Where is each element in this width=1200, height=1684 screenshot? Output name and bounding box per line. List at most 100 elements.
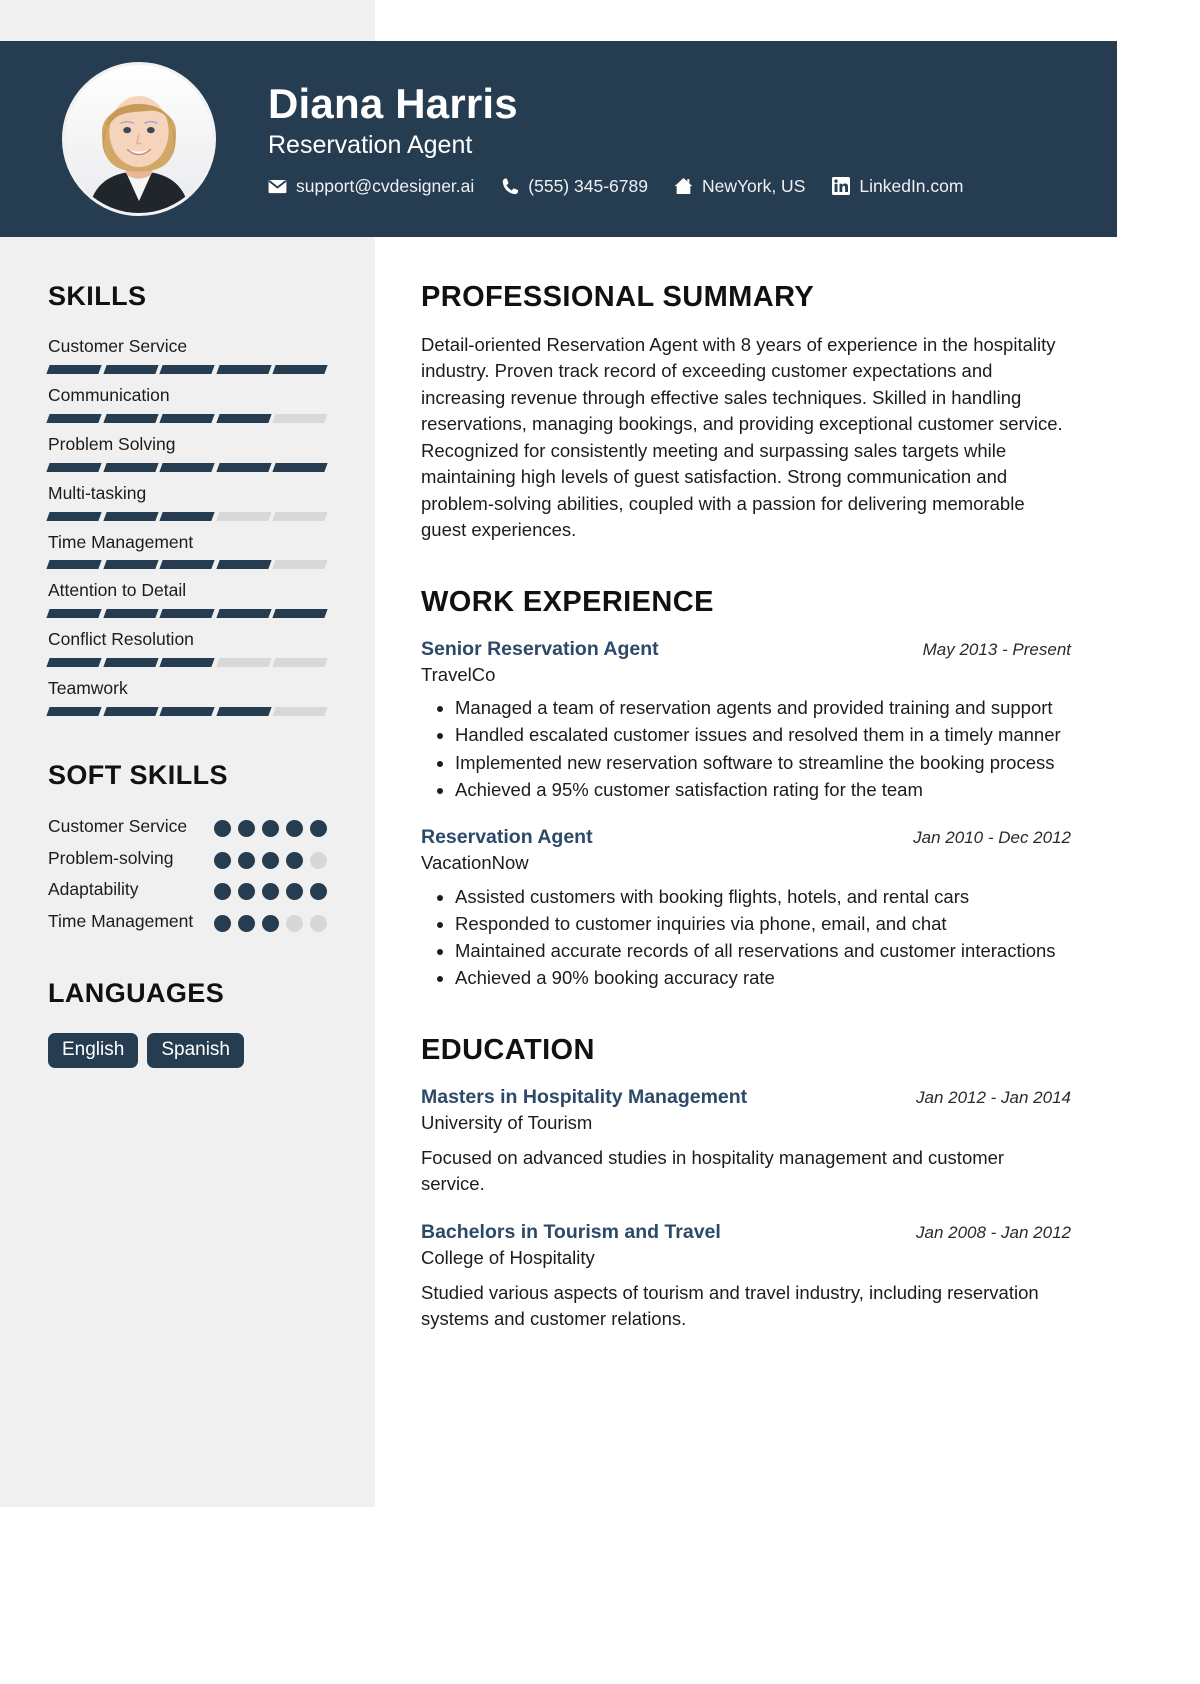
page-footer-space bbox=[0, 1507, 1117, 1684]
skill-level-bar bbox=[46, 462, 328, 472]
soft-skills-heading: SOFT SKILLS bbox=[48, 760, 228, 790]
education-entry-header: Masters in Hospitality Management Jan 201… bbox=[421, 1085, 1071, 1109]
contact-linkedin[interactable]: LinkedIn.com bbox=[831, 176, 963, 197]
skills-heading: SKILLS bbox=[48, 281, 147, 311]
skill-bar-segment bbox=[272, 560, 328, 570]
skill-bar-segment bbox=[46, 560, 102, 570]
language-chip: Spanish bbox=[147, 1032, 244, 1068]
rating-dot bbox=[214, 883, 231, 901]
experience-list: Senior Reservation Agent May 2013 - Prese… bbox=[421, 637, 1071, 992]
soft-skill-label: Problem-solving bbox=[48, 847, 174, 868]
skill-bar-segment bbox=[46, 364, 102, 374]
job-date-range: May 2013 - Present bbox=[922, 639, 1071, 659]
rating-dot bbox=[238, 914, 255, 932]
language-chip: English bbox=[48, 1032, 139, 1068]
rating-dot bbox=[262, 820, 279, 837]
rating-dot bbox=[238, 820, 255, 837]
skill-item: Conflict Resolution bbox=[46, 629, 328, 668]
rating-dot bbox=[286, 820, 303, 837]
job-bullet-list: Assisted customers with booking flights,… bbox=[421, 884, 1071, 992]
soft-skill-label: Adaptability bbox=[48, 879, 139, 900]
resume-body: SKILLS Customer Service Communication Prob… bbox=[0, 237, 1117, 1507]
skill-level-bar bbox=[46, 364, 328, 374]
resume-page: Diana Harris Reservation Agent support@c… bbox=[0, 0, 1117, 1684]
rating-dot bbox=[238, 851, 255, 869]
skill-level-bar bbox=[46, 413, 328, 423]
skill-bar-segment bbox=[159, 511, 215, 521]
skill-bar-segment bbox=[102, 511, 158, 521]
phone-icon bbox=[500, 177, 519, 196]
school-name: College of Hospitality bbox=[421, 1246, 595, 1268]
skill-level-bar bbox=[46, 560, 328, 570]
contact-email[interactable]: support@cvdesigner.ai bbox=[268, 176, 474, 197]
school-name: University of Tourism bbox=[421, 1111, 593, 1133]
skill-bar-segment bbox=[159, 707, 215, 716]
education-date-range: Jan 2008 - Jan 2012 bbox=[915, 1222, 1071, 1242]
job-bullet: Achieved a 90% booking accuracy rate bbox=[455, 965, 1071, 991]
skill-bar-segment bbox=[272, 658, 328, 668]
skill-bar-segment bbox=[216, 609, 272, 619]
job-date-range: Jan 2010 - Dec 2012 bbox=[913, 828, 1071, 848]
skill-level-bar bbox=[46, 658, 328, 668]
skill-label: Customer Service bbox=[48, 336, 188, 356]
skill-bar-segment bbox=[272, 462, 328, 472]
skill-bar-segment bbox=[46, 511, 102, 521]
skill-bar-segment bbox=[159, 364, 215, 374]
education-entry: Masters in Hospitality Management Jan 201… bbox=[421, 1085, 1071, 1198]
skill-bar-segment bbox=[159, 560, 215, 570]
envelope-icon bbox=[268, 177, 287, 196]
soft-skill-label: Customer Service bbox=[48, 816, 188, 836]
skill-item: Multi-tasking bbox=[46, 483, 328, 521]
home-icon bbox=[674, 177, 693, 196]
soft-skill-label: Time Management bbox=[48, 910, 194, 931]
skill-level-bar bbox=[46, 609, 328, 619]
skill-item: Time Management bbox=[46, 532, 328, 570]
contact-list: support@cvdesigner.ai (555) 345-6789 New… bbox=[268, 176, 963, 197]
rating-dot bbox=[214, 914, 231, 932]
skill-bar-segment bbox=[102, 364, 158, 374]
skill-item: Attention to Detail bbox=[46, 580, 328, 619]
skill-bar-segment bbox=[159, 462, 215, 472]
skill-level-bar bbox=[46, 707, 328, 716]
summary-heading: PROFESSIONAL SUMMARY bbox=[421, 281, 815, 313]
soft-skill-item: Time Management bbox=[48, 910, 327, 934]
skill-label: Conflict Resolution bbox=[48, 629, 194, 650]
skill-label: Problem Solving bbox=[48, 433, 176, 454]
avatar bbox=[62, 62, 216, 216]
job-bullet: Responded to customer inquiries via phon… bbox=[455, 911, 1071, 937]
languages-heading: LANGUAGES bbox=[48, 977, 225, 1008]
skills-list: Customer Service Communication Problem Sol… bbox=[46, 336, 328, 716]
degree-title: Masters in Hospitality Management bbox=[421, 1085, 748, 1108]
skill-bar-segment bbox=[46, 462, 102, 472]
soft-skill-item: Problem-solving bbox=[48, 847, 327, 871]
contact-phone[interactable]: (555) 345-6789 bbox=[500, 176, 648, 197]
skill-bar-segment bbox=[216, 658, 272, 668]
contact-linkedin-text: LinkedIn.com bbox=[859, 175, 964, 196]
skill-item: Problem Solving bbox=[46, 433, 328, 472]
skill-bar-segment bbox=[272, 364, 328, 374]
skill-bar-segment bbox=[102, 658, 158, 668]
candidate-role: Reservation Agent bbox=[268, 131, 473, 160]
experience-entry-header: Senior Reservation Agent May 2013 - Prese… bbox=[421, 637, 1071, 661]
skill-item: Customer Service bbox=[46, 336, 328, 374]
skill-bar-segment bbox=[216, 560, 272, 570]
skill-label: Communication bbox=[48, 384, 170, 405]
skill-bar-segment bbox=[159, 413, 215, 423]
job-bullet: Assisted customers with booking flights,… bbox=[455, 884, 1071, 910]
skill-label: Attention to Detail bbox=[48, 580, 187, 601]
header-text-block: Diana Harris Reservation Agent support@c… bbox=[268, 81, 963, 197]
skill-bar-segment bbox=[102, 560, 158, 570]
skill-level-bar bbox=[46, 511, 328, 521]
rating-dot bbox=[310, 851, 327, 869]
contact-location-text: NewYork, US bbox=[701, 175, 806, 196]
rating-dot bbox=[286, 883, 303, 901]
rating-dot bbox=[310, 914, 327, 932]
skill-bar-segment bbox=[102, 707, 158, 716]
rating-dot bbox=[286, 914, 303, 932]
job-title: Reservation Agent bbox=[421, 826, 593, 849]
contact-location[interactable]: NewYork, US bbox=[674, 176, 805, 197]
soft-skill-rating bbox=[214, 910, 327, 932]
contact-email-text: support@cvdesigner.ai bbox=[296, 175, 475, 196]
contact-phone-text: (555) 345-6789 bbox=[528, 175, 648, 196]
job-bullet: Managed a team of reservation agents and… bbox=[455, 695, 1071, 721]
